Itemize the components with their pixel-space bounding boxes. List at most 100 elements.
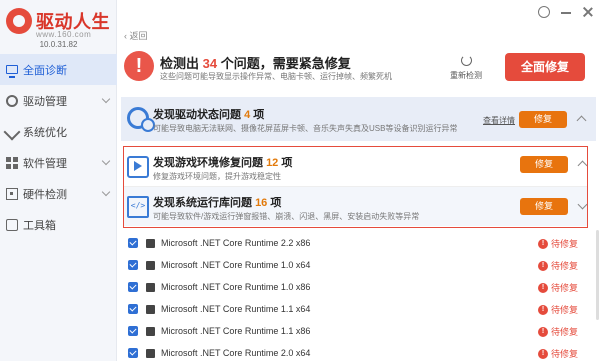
back-link[interactable]: ‹ 返回 xyxy=(124,29,148,42)
package-icon xyxy=(146,260,155,270)
logo-icon xyxy=(6,8,32,34)
status-label: 待修复 xyxy=(550,283,578,293)
list-item: Microsoft .NET Core Runtime 1.1 x86 ! 待修复 xyxy=(128,320,588,342)
title-prefix: 检测出 xyxy=(160,56,200,71)
section-title-text: 发现游戏环境修复问题 xyxy=(153,157,263,169)
apps-grid-icon xyxy=(6,156,18,169)
section-desc: 修复游戏环境问题，提升游戏稳定性 xyxy=(153,172,281,181)
close-icon[interactable] xyxy=(582,6,594,18)
settings-icon[interactable] xyxy=(538,6,550,18)
chevron-down-icon xyxy=(101,94,111,104)
rocket-icon xyxy=(3,123,21,140)
status-label: 待修复 xyxy=(550,327,578,337)
status-badge: ! 待修复 xyxy=(537,259,578,272)
status-badge: ! 待修复 xyxy=(537,347,578,360)
list-item: Microsoft .NET Core Runtime 1.0 x64 ! 待修复 xyxy=(128,254,588,276)
item-checkbox[interactable] xyxy=(128,326,138,336)
issue-count: 34 xyxy=(202,56,218,71)
chevron-up-icon[interactable] xyxy=(576,115,587,126)
gear-icon xyxy=(6,94,18,107)
list-item: Microsoft .NET Core Runtime 1.0 x86 ! 待修复 xyxy=(128,276,588,298)
highlighted-issues-box: 发现游戏环境修复问题 12 项 修复游戏环境问题，提升游戏稳定性 修复 </> … xyxy=(123,146,588,228)
warning-icon: ! xyxy=(537,304,548,315)
sidebar-item-software[interactable]: 软件管理 xyxy=(0,147,117,178)
section-unit: 项 xyxy=(253,109,265,121)
sidebar-item-optimize[interactable]: 系统优化 xyxy=(0,116,117,147)
status-label: 待修复 xyxy=(550,349,578,359)
package-icon xyxy=(146,282,155,292)
window-controls xyxy=(538,6,594,18)
section-title: 发现系统运行库问题 16 项 xyxy=(153,194,281,210)
chevron-up-icon[interactable] xyxy=(577,160,588,171)
section-desc: 可能导致软件/游戏运行弹窗报错、崩溃、闪退、黑屏、安装启动失败等异常 xyxy=(153,212,420,221)
section-title: 发现驱动状态问题 4 项 xyxy=(153,106,264,122)
section-count: 4 xyxy=(244,109,251,121)
page-subtitle: 这些问题可能导致显示操作异常、电脑卡顿、运行掉帧、频繁死机 xyxy=(160,72,392,81)
rescan-button[interactable]: 重新检测 xyxy=(446,55,486,81)
section-title: 发现游戏环境修复问题 12 项 xyxy=(153,154,292,170)
chevron-down-icon xyxy=(101,187,111,197)
status-badge: ! 待修复 xyxy=(537,303,578,316)
section-unit: 项 xyxy=(270,197,282,209)
rescan-label: 重新检测 xyxy=(450,71,482,80)
alert-icon: ! xyxy=(124,51,154,81)
page-title: 检测出 34 个问题，需要紧急修复 xyxy=(160,53,351,72)
back-label: 返回 xyxy=(129,31,148,41)
list-item: Microsoft .NET Core Runtime 1.1 x64 ! 待修复 xyxy=(128,298,588,320)
package-icon xyxy=(146,238,155,248)
item-label: Microsoft .NET Core Runtime 1.0 x64 xyxy=(161,260,311,270)
list-scrollbar[interactable] xyxy=(596,230,599,320)
item-checkbox[interactable] xyxy=(128,348,138,358)
sidebar-item-label: 全面诊断 xyxy=(23,64,67,77)
section-title-text: 发现系统运行库问题 xyxy=(153,197,252,209)
driver-fix-button[interactable]: 修复 xyxy=(519,111,567,128)
list-item: Microsoft .NET Core Runtime 2.0 x64 ! 待修复 xyxy=(128,342,588,361)
chevron-down-icon xyxy=(101,156,111,166)
section-unit: 项 xyxy=(281,157,293,169)
refresh-icon xyxy=(460,55,472,66)
game-icon xyxy=(127,156,149,178)
fix-all-button[interactable]: 全面修复 xyxy=(505,53,585,81)
section-count: 12 xyxy=(266,157,279,169)
section-desc: 可能导致电脑无法联网、摄像花屏蓝屏卡顿、音乐失声失真及USB等设备识别运行异常 xyxy=(153,124,458,133)
item-label: Microsoft .NET Core Runtime 2.2 x86 xyxy=(161,238,311,248)
section-count: 16 xyxy=(255,197,268,209)
chevron-down-icon[interactable] xyxy=(577,199,588,210)
status-badge: ! 待修复 xyxy=(537,325,578,338)
sidebar-item-diagnosis[interactable]: 全面诊断 xyxy=(0,54,117,85)
package-icon xyxy=(146,326,155,336)
package-icon xyxy=(146,304,155,314)
view-details-link[interactable]: 查看详情 xyxy=(483,115,515,126)
status-badge: ! 待修复 xyxy=(537,237,578,250)
minimize-icon[interactable] xyxy=(560,6,572,18)
item-checkbox[interactable] xyxy=(128,282,138,292)
toolbox-icon xyxy=(6,218,18,231)
status-label: 待修复 xyxy=(550,261,578,271)
sidebar-item-label: 软件管理 xyxy=(23,157,67,170)
driver-gear-icon xyxy=(127,107,155,132)
driver-issues-section: 发现驱动状态问题 4 项 可能导致电脑无法联网、摄像花屏蓝屏卡顿、音乐失声失真及… xyxy=(121,97,596,141)
monitor-icon xyxy=(6,65,18,78)
chip-icon xyxy=(6,187,18,200)
title-suffix: 个问题，需要紧急修复 xyxy=(220,56,351,71)
item-label: Microsoft .NET Core Runtime 1.1 x86 xyxy=(161,326,311,336)
game-fix-button[interactable]: 修复 xyxy=(520,156,568,173)
status-label: 待修复 xyxy=(550,305,578,315)
app-url: www.160.com xyxy=(36,30,92,39)
sidebar-item-toolbox[interactable]: 工具箱 xyxy=(0,209,117,240)
warning-icon: ! xyxy=(537,326,548,337)
status-badge: ! 待修复 xyxy=(537,281,578,294)
item-checkbox[interactable] xyxy=(128,260,138,270)
package-icon xyxy=(146,348,155,358)
item-label: Microsoft .NET Core Runtime 1.1 x64 xyxy=(161,304,311,314)
item-checkbox[interactable] xyxy=(128,238,138,248)
warning-icon: ! xyxy=(537,260,548,271)
warning-icon: ! xyxy=(537,348,548,359)
list-item: Microsoft .NET Core Runtime 2.2 x86 ! 待修复 xyxy=(128,232,588,254)
runtime-fix-button[interactable]: 修复 xyxy=(520,198,568,215)
sidebar-item-label: 系统优化 xyxy=(23,126,67,139)
item-label: Microsoft .NET Core Runtime 2.0 x64 xyxy=(161,348,311,358)
sidebar-item-hardware[interactable]: 硬件检测 xyxy=(0,178,117,209)
sidebar-item-drivers[interactable]: 驱动管理 xyxy=(0,85,117,116)
item-checkbox[interactable] xyxy=(128,304,138,314)
